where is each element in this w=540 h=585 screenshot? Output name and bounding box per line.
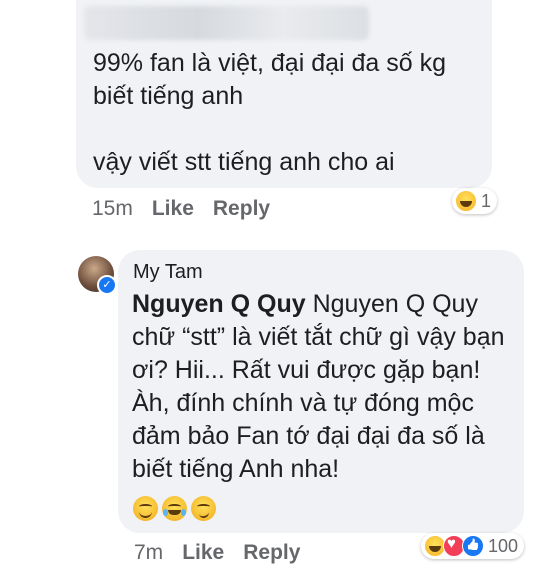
reaction-summary[interactable]: 100 xyxy=(421,533,525,559)
mention-link[interactable]: Nguyen Q Quy xyxy=(132,290,306,318)
like-reaction-icon xyxy=(462,535,484,557)
author-name[interactable]: My Tam xyxy=(133,261,203,284)
reply-body: Nguyen Q Quy chữ “stt” là viết tắt chữ g… xyxy=(132,290,505,483)
smiling-face-icon xyxy=(133,496,158,521)
comment-actions: 15m Like Reply xyxy=(92,197,289,221)
reply-actions: 7m Like Reply xyxy=(134,541,319,565)
reaction-count: 1 xyxy=(481,190,492,211)
comment-text: 99% fan là việt, đại đại đa số kg biết t… xyxy=(93,49,447,176)
like-button[interactable]: Like xyxy=(152,197,194,221)
reply-timestamp[interactable]: 7m xyxy=(134,541,163,565)
tears-of-joy-icon xyxy=(162,496,187,521)
woozy-face-icon xyxy=(191,496,216,521)
reaction-summary[interactable]: 1 xyxy=(452,188,498,214)
reply-button[interactable]: Reply xyxy=(243,541,300,565)
reply-button[interactable]: Reply xyxy=(213,197,270,221)
verified-badge-icon: ✓ xyxy=(97,275,117,295)
reaction-count: 100 xyxy=(488,535,519,556)
haha-reaction-icon xyxy=(455,190,477,212)
like-button[interactable]: Like xyxy=(182,541,224,565)
emoji-row xyxy=(133,496,220,521)
comment-timestamp[interactable]: 15m xyxy=(92,197,133,221)
blurred-author-name xyxy=(84,6,369,40)
reply-text: Nguyen Q Quy Nguyen Q Quy chữ “stt” là v… xyxy=(132,288,517,486)
